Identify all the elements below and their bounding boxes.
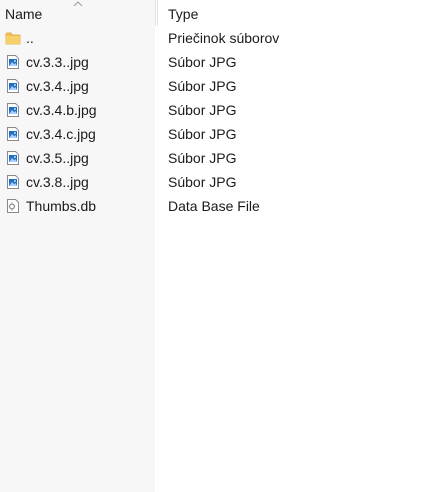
file-type: Súbor JPG: [168, 102, 237, 118]
image-file-icon: [7, 103, 19, 117]
file-type: Priečinok súborov: [168, 30, 280, 46]
file-type: Súbor JPG: [168, 54, 237, 70]
file-row[interactable]: cv.3.8..jpg Súbor JPG: [0, 170, 444, 194]
type-column-header[interactable]: Type: [158, 0, 444, 26]
name-column-label: Name: [5, 6, 43, 22]
file-name: cv.3.4.c.jpg: [26, 126, 96, 142]
file-row[interactable]: cv.3.3..jpg Súbor JPG: [0, 50, 444, 74]
file-row[interactable]: Thumbs.db Data Base File: [0, 194, 444, 218]
folder-icon: [5, 32, 21, 45]
file-row[interactable]: cv.3.4.c.jpg Súbor JPG: [0, 122, 444, 146]
column-header-bar: Name Type: [0, 0, 444, 26]
file-name: Thumbs.db: [26, 198, 97, 214]
file-name: cv.3.3..jpg: [26, 54, 89, 70]
file-type: Súbor JPG: [168, 174, 237, 190]
database-file-icon: [7, 199, 19, 213]
image-file-icon: [7, 175, 19, 189]
file-row[interactable]: cv.3.5..jpg Súbor JPG: [0, 146, 444, 170]
file-type: Data Base File: [168, 198, 260, 214]
column-divider[interactable]: [155, 0, 156, 26]
file-row[interactable]: cv.3.4..jpg Súbor JPG: [0, 74, 444, 98]
file-name: cv.3.4.b.jpg: [26, 102, 97, 118]
image-file-icon: [7, 151, 19, 165]
file-name: ..: [26, 30, 34, 46]
file-name: cv.3.4..jpg: [26, 78, 89, 94]
file-row[interactable]: .. Priečinok súborov: [0, 26, 444, 50]
image-file-icon: [7, 79, 19, 93]
sort-ascending-icon: [73, 1, 83, 7]
image-file-icon: [7, 127, 19, 141]
type-column-label: Type: [168, 6, 199, 22]
file-type: Súbor JPG: [168, 150, 237, 166]
file-list-pane: Name Type .. Priečinok súborov cv.3.3..jpg…: [0, 0, 444, 492]
file-name: cv.3.8..jpg: [26, 174, 89, 190]
file-type: Súbor JPG: [168, 78, 237, 94]
file-row[interactable]: cv.3.4.b.jpg Súbor JPG: [0, 98, 444, 122]
file-rows: .. Priečinok súborov cv.3.3..jpg Súbor JPG c…: [0, 26, 444, 218]
file-type: Súbor JPG: [168, 126, 237, 142]
image-file-icon: [7, 55, 19, 69]
file-name: cv.3.5..jpg: [26, 150, 89, 166]
